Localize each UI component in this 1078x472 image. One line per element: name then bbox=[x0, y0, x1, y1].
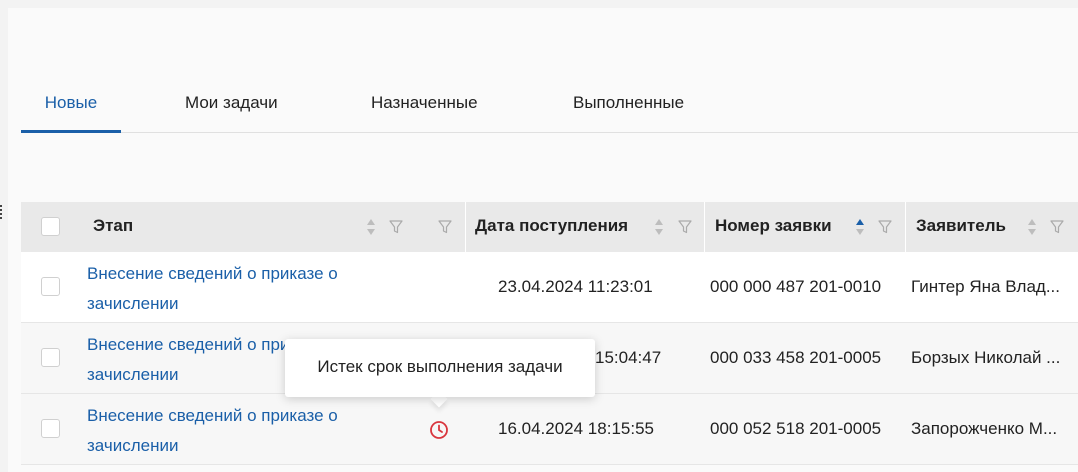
row-checkbox[interactable] bbox=[41, 348, 60, 367]
tab-assigned[interactable]: Назначенные bbox=[371, 90, 478, 130]
column-header-label: Заявитель bbox=[916, 216, 1006, 235]
received-date-cell: 23.04.2024 11:23:01 bbox=[498, 277, 653, 296]
column-header-request-number[interactable]: Номер заявки bbox=[704, 202, 832, 252]
tabs-bar: Новые Мои задачи Назначенные Выполненные bbox=[21, 90, 1078, 133]
sort-icon[interactable] bbox=[366, 218, 376, 236]
panel-resize-handle[interactable] bbox=[0, 205, 5, 219]
column-header-label: Номер заявки bbox=[715, 216, 832, 235]
applicant-cell: Запорожченко М... bbox=[911, 419, 1058, 438]
overdue-clock-icon[interactable] bbox=[429, 420, 449, 440]
stage-link[interactable]: Внесение сведений о приказе о зачислении bbox=[87, 401, 387, 461]
request-number-cell: 000 000 487 201-0010 bbox=[710, 277, 882, 296]
column-header-received-date[interactable]: Дата поступления bbox=[465, 202, 628, 252]
sort-icon[interactable] bbox=[654, 218, 664, 236]
request-number-cell: 000 033 458 201-0005 bbox=[710, 348, 882, 367]
table-header: Этап Дата поступления Номер заявки Заяви… bbox=[21, 202, 1078, 252]
column-header-applicant[interactable]: Заявитель bbox=[905, 202, 1006, 252]
tab-completed[interactable]: Выполненные bbox=[573, 90, 684, 130]
tab-my-tasks[interactable]: Мои задачи bbox=[185, 90, 278, 130]
row-checkbox[interactable] bbox=[41, 419, 60, 438]
filter-icon[interactable] bbox=[1050, 220, 1064, 234]
stage-link[interactable]: Внесение сведений о приказе о зачислении bbox=[87, 259, 387, 319]
tasks-table: Этап Дата поступления Номер заявки Заяви… bbox=[21, 202, 1078, 465]
received-date-cell: 15:04:47 bbox=[595, 348, 662, 367]
filter-icon[interactable] bbox=[878, 220, 892, 234]
applicant-cell: Гинтер Яна Влад... bbox=[911, 277, 1061, 296]
column-header-label: Дата поступления bbox=[475, 216, 629, 235]
column-header-stage[interactable]: Этап bbox=[93, 202, 133, 252]
table-row[interactable]: Внесение сведений о приказе о зачислении… bbox=[21, 394, 1078, 465]
received-date-cell: 16.04.2024 18:15:55 bbox=[498, 419, 654, 438]
table-row[interactable]: Внесение сведений о приказе о зачислении… bbox=[21, 252, 1078, 323]
filter-icon[interactable] bbox=[438, 220, 452, 234]
filter-icon[interactable] bbox=[678, 220, 692, 234]
overdue-tooltip: Истек срок выполнения задачи bbox=[285, 339, 595, 397]
filter-icon[interactable] bbox=[389, 220, 403, 234]
sort-icon[interactable] bbox=[1027, 218, 1037, 236]
applicant-cell: Борзых Николай ... bbox=[911, 348, 1061, 367]
row-checkbox[interactable] bbox=[41, 277, 60, 296]
tab-new[interactable]: Новые bbox=[21, 90, 121, 133]
sort-ascending-icon[interactable] bbox=[855, 218, 865, 236]
select-all-checkbox[interactable] bbox=[41, 217, 60, 236]
request-number-cell: 000 052 518 201-0005 bbox=[710, 419, 882, 438]
